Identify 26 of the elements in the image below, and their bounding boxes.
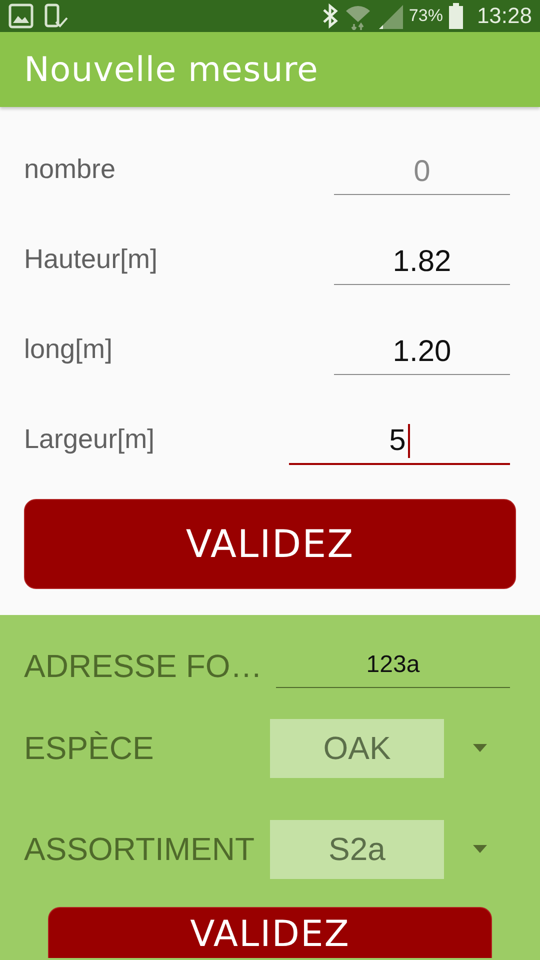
field-label: Hauteur[m] — [24, 244, 158, 276]
signal-icon — [376, 3, 403, 29]
dropdown-value[interactable]: S2a — [270, 820, 444, 878]
battery-icon — [448, 3, 463, 29]
dropdown-caret-icon[interactable] — [473, 744, 487, 752]
field-label: ADRESSE FO… — [24, 648, 264, 684]
field-label: long[m] — [24, 334, 113, 366]
input-field[interactable]: 123a — [276, 644, 510, 688]
dropdown-value[interactable]: OAK — [270, 718, 444, 778]
dropdown-caret-icon[interactable] — [473, 845, 487, 853]
battery-percentage: 73% — [408, 6, 443, 26]
input-field[interactable]: 1.20 — [334, 330, 510, 375]
text-cursor — [408, 424, 410, 458]
bluetooth-icon — [320, 3, 339, 29]
field-label: Largeur[m] — [24, 424, 155, 456]
validate-button[interactable]: VALIDEZ — [48, 907, 492, 958]
input-field[interactable]: 1.82 — [334, 240, 510, 285]
field-label: nombre — [24, 154, 116, 186]
clock-time: 13:28 — [476, 3, 532, 29]
field-label: ASSORTIMENT — [24, 830, 256, 868]
image-icon — [8, 3, 34, 29]
phone-check-icon — [44, 3, 68, 29]
input-field[interactable]: 5 — [289, 419, 510, 465]
validate-button[interactable]: VALIDEZ — [24, 499, 516, 589]
field-label: ESPÈCE — [24, 730, 155, 766]
screen-title: Nouvelle mesure — [24, 50, 318, 90]
